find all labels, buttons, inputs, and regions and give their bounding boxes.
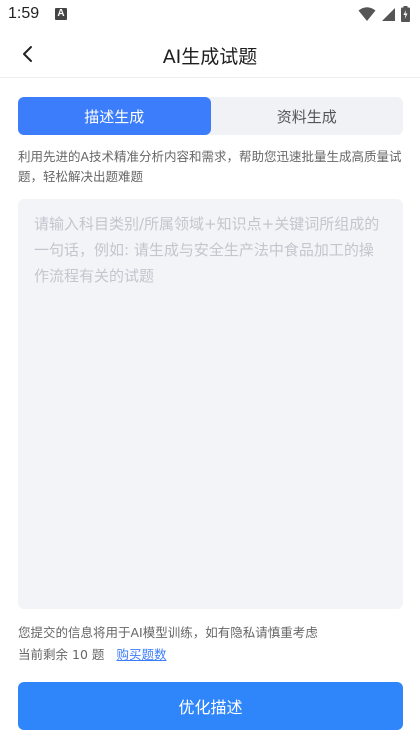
page-title: AI生成试题 (162, 46, 258, 68)
battery-icon (401, 6, 410, 22)
remaining-count: 10 (72, 647, 88, 662)
description-input[interactable] (18, 199, 403, 609)
mode-tabs: 描述生成 资料生成 (18, 97, 403, 135)
tab-describe-generate[interactable]: 描述生成 (18, 97, 211, 135)
tab-material-generate[interactable]: 资料生成 (211, 97, 404, 135)
status-icons (358, 6, 410, 22)
cellular-signal-icon (382, 8, 395, 21)
app-header: AI生成试题 (0, 30, 420, 78)
privacy-notice: 您提交的信息将用于AI模型训练，如有隐私请慎重考虑 (18, 625, 318, 640)
remaining-quota: 当前剩余 10 题 购买题数 (18, 646, 166, 664)
remaining-unit: 题 (91, 647, 105, 662)
intro-text: 利用先进的A技术精准分析内容和需求，帮助您迅速批量生成高质量试题，轻松解决出题难… (18, 149, 402, 184)
notification-icon: A (55, 8, 67, 20)
notification-glyph: A (57, 8, 65, 19)
remaining-prefix: 当前剩余 (18, 647, 69, 662)
optimize-description-button[interactable]: 优化描述 (18, 682, 403, 730)
status-time: 1:59 (8, 5, 40, 22)
status-bar: 1:59 A (0, 0, 420, 30)
buy-questions-link[interactable]: 购买题数 (116, 646, 166, 664)
wifi-icon (358, 7, 376, 21)
